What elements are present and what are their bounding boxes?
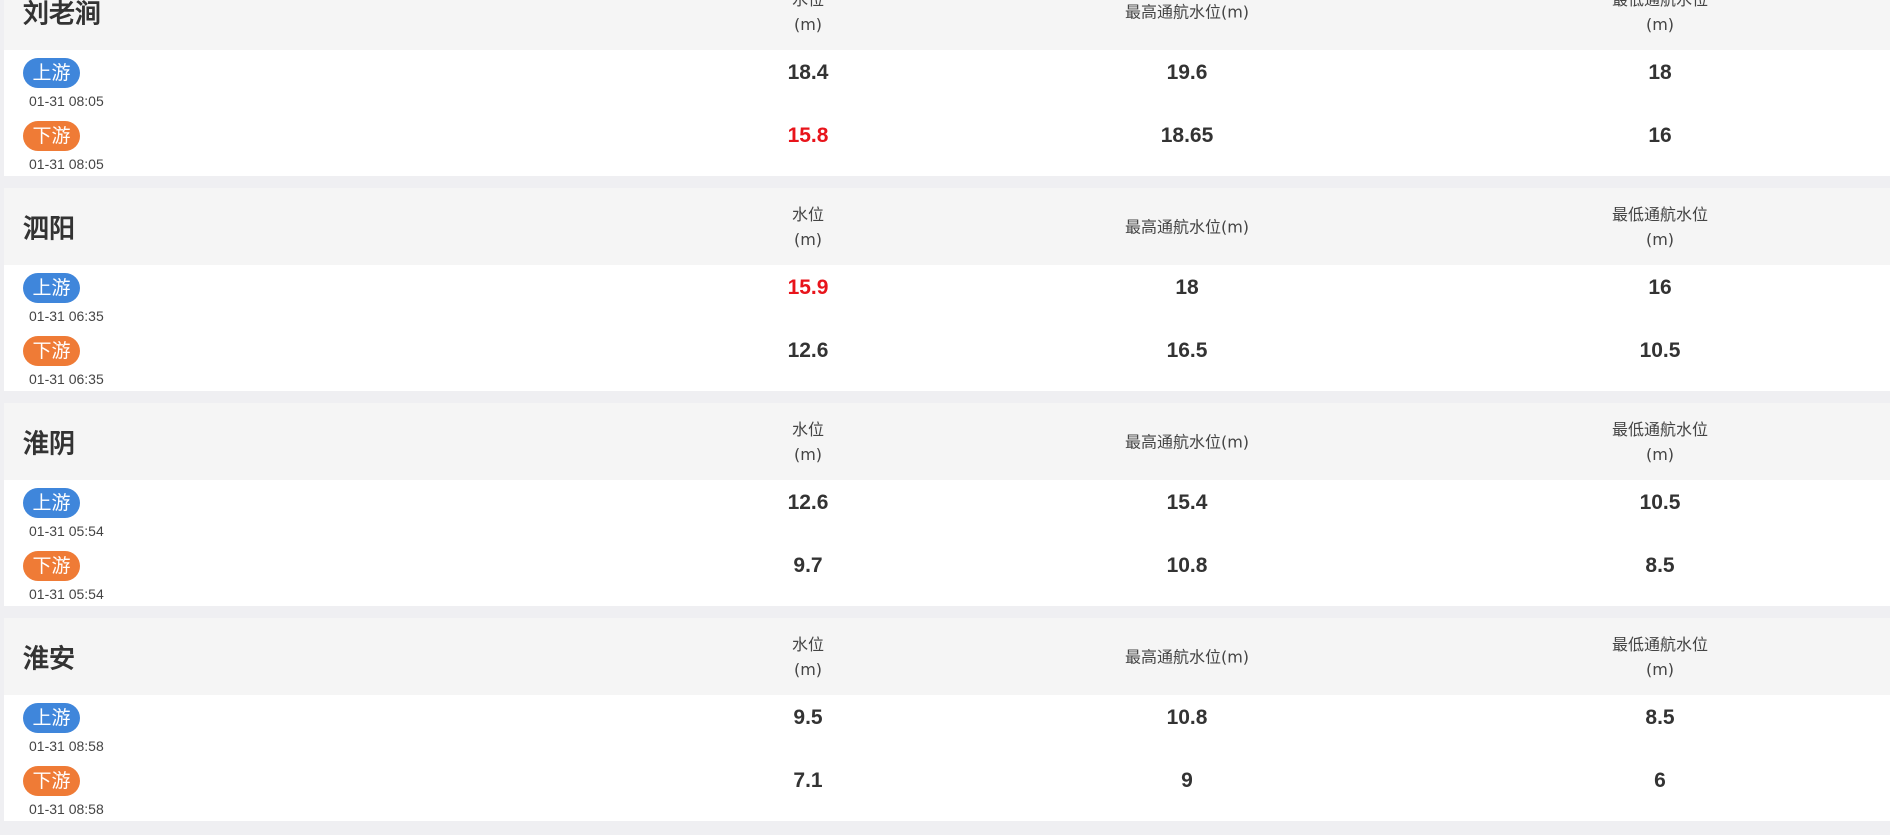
water-level-header: 水位 (m) xyxy=(792,632,824,682)
water-level-value: 12.6 xyxy=(787,491,829,514)
max-navigable-level-value: 9 xyxy=(1181,769,1193,792)
min-navigable-level-header: 最低通航水位 (m) xyxy=(1612,632,1708,682)
header-line: 最低通航水位 xyxy=(1611,204,1709,224)
header-line: 最低通航水位 xyxy=(1611,419,1709,439)
min-navigable-level-value: 6 xyxy=(1654,769,1666,792)
station-header: 淮安 水位 (m) 最高通航水位(m) 最低通航水位 (m) xyxy=(4,618,1890,695)
max-navigable-level-value: 18 xyxy=(1175,276,1199,299)
upstream-tag: 上游 xyxy=(23,58,80,88)
station-header: 泗阳 水位 (m) 最高通航水位(m) 最低通航水位 (m) xyxy=(4,188,1890,265)
station-card: 淮阴 水位 (m) 最高通航水位(m) 最低通航水位 (m) 上游 01-31 05:… xyxy=(4,403,1890,606)
header-line: 最高通航水位(m) xyxy=(1124,432,1250,451)
water-level-header: 水位 (m) xyxy=(792,0,824,37)
max-navigable-level-header: 最高通航水位(m) xyxy=(1125,429,1249,454)
header-line: (m) xyxy=(793,444,823,464)
upstream-tag: 上游 xyxy=(23,703,80,733)
water-level-value: 9.7 xyxy=(793,554,823,577)
update-time: 01-31 06:35 xyxy=(29,371,104,387)
max-navigable-level-value: 15.4 xyxy=(1166,491,1208,514)
header-line: 水位 xyxy=(791,204,825,224)
header-line: (m) xyxy=(1645,14,1675,34)
min-navigable-level-header: 最低通航水位 (m) xyxy=(1612,417,1708,467)
upstream-row: 上游 01-31 06:35 15.9 18 16 xyxy=(4,265,1890,328)
downstream-tag: 下游 xyxy=(23,766,80,796)
station-card: 泗阳 水位 (m) 最高通航水位(m) 最低通航水位 (m) 上游 01-31 06:… xyxy=(4,188,1890,391)
header-line: 最高通航水位(m) xyxy=(1124,647,1250,666)
max-navigable-level-header: 最高通航水位(m) xyxy=(1125,0,1249,24)
min-navigable-level-value: 8.5 xyxy=(1645,554,1675,577)
downstream-row: 下游 01-31 08:05 15.8 18.65 16 xyxy=(4,113,1890,176)
header-line: 水位 xyxy=(791,634,825,654)
header-line: 水位 xyxy=(792,0,824,9)
upstream-tag: 上游 xyxy=(23,273,80,303)
max-navigable-level-header: 最高通航水位(m) xyxy=(1125,214,1249,239)
max-navigable-level-value: 18.65 xyxy=(1160,124,1214,147)
update-time: 01-31 08:05 xyxy=(29,156,104,172)
max-navigable-level-value: 10.8 xyxy=(1166,706,1208,729)
water-level-header: 水位 (m) xyxy=(792,202,824,252)
update-time: 01-31 08:05 xyxy=(29,93,104,109)
header-line: (m) xyxy=(793,659,823,679)
downstream-tag: 下游 xyxy=(23,121,80,151)
water-level-value: 12.6 xyxy=(787,339,829,362)
downstream-row: 下游 01-31 08:58 7.1 9 6 xyxy=(4,758,1890,821)
water-level-value: 7.1 xyxy=(793,769,823,792)
station-name: 泗阳 xyxy=(23,214,76,244)
station-name: 淮阴 xyxy=(23,429,76,459)
water-level-value: 18.4 xyxy=(787,61,829,84)
header-line: (m) xyxy=(1645,444,1675,464)
downstream-tag: 下游 xyxy=(23,551,80,581)
downstream-tag: 下游 xyxy=(23,336,80,366)
header-line: (m) xyxy=(793,14,823,34)
downstream-row: 下游 01-31 06:35 12.6 16.5 10.5 xyxy=(4,328,1890,391)
water-level-value: 15.8 xyxy=(787,124,829,147)
update-time: 01-31 06:35 xyxy=(29,308,104,324)
station-header: 刘老涧 水位 (m) 最高通航水位(m) 最低通航水位 (m) xyxy=(4,0,1890,50)
station-name: 刘老涧 xyxy=(23,0,102,29)
upstream-row: 上游 01-31 05:54 12.6 15.4 10.5 xyxy=(4,480,1890,543)
min-navigable-level-value: 18 xyxy=(1648,61,1672,84)
water-level-header: 水位 (m) xyxy=(792,417,824,467)
downstream-row: 下游 01-31 05:54 9.7 10.8 8.5 xyxy=(4,543,1890,606)
min-navigable-level-value: 10.5 xyxy=(1639,491,1681,514)
header-line: 最高通航水位(m) xyxy=(1124,2,1250,21)
update-time: 01-31 05:54 xyxy=(29,523,104,539)
min-navigable-level-value: 8.5 xyxy=(1645,706,1675,729)
min-navigable-level-value: 16 xyxy=(1648,276,1672,299)
header-line: 最低通航水位 xyxy=(1611,634,1709,654)
header-line: 最低通航水位 xyxy=(1612,0,1708,9)
update-time: 01-31 08:58 xyxy=(29,738,104,754)
upstream-tag: 上游 xyxy=(23,488,80,518)
station-name: 淮安 xyxy=(23,644,76,674)
header-line: (m) xyxy=(1645,229,1675,249)
upstream-row: 上游 01-31 08:58 9.5 10.8 8.5 xyxy=(4,695,1890,758)
header-line: (m) xyxy=(1645,659,1675,679)
station-card: 刘老涧 水位 (m) 最高通航水位(m) 最低通航水位 (m) 上游 01-31 08… xyxy=(4,0,1890,176)
station-card: 淮安 水位 (m) 最高通航水位(m) 最低通航水位 (m) 上游 01-31 08:… xyxy=(4,618,1890,821)
water-level-value: 9.5 xyxy=(793,706,823,729)
update-time: 01-31 08:58 xyxy=(29,801,104,817)
max-navigable-level-value: 10.8 xyxy=(1166,554,1208,577)
min-navigable-level-header: 最低通航水位 (m) xyxy=(1612,202,1708,252)
header-line: 水位 xyxy=(791,419,825,439)
header-line: (m) xyxy=(793,229,823,249)
min-navigable-level-value: 10.5 xyxy=(1639,339,1681,362)
update-time: 01-31 05:54 xyxy=(29,586,104,602)
min-navigable-level-header: 最低通航水位 (m) xyxy=(1612,0,1708,37)
upstream-row: 上游 01-31 08:05 18.4 19.6 18 xyxy=(4,50,1890,113)
station-header: 淮阴 水位 (m) 最高通航水位(m) 最低通航水位 (m) xyxy=(4,403,1890,480)
max-navigable-level-header: 最高通航水位(m) xyxy=(1125,644,1249,669)
header-line: 最高通航水位(m) xyxy=(1124,217,1250,236)
water-level-value: 15.9 xyxy=(787,276,829,299)
max-navigable-level-value: 16.5 xyxy=(1166,339,1208,362)
max-navigable-level-value: 19.6 xyxy=(1166,61,1208,84)
min-navigable-level-value: 16 xyxy=(1648,124,1672,147)
